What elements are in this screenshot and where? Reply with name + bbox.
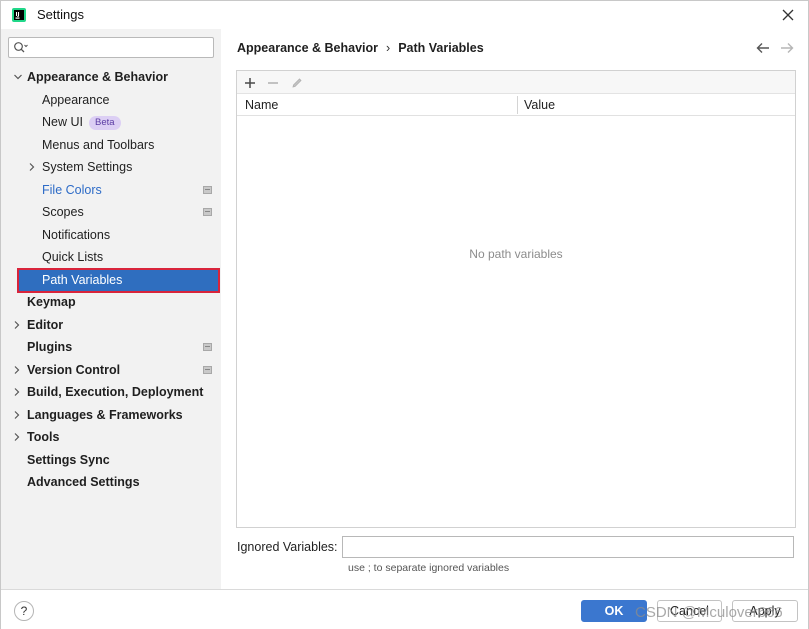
sidebar-item-scopes[interactable]: Scopes <box>1 201 221 223</box>
column-divider[interactable] <box>517 96 518 114</box>
sidebar-item-system-settings[interactable]: System Settings <box>1 156 221 178</box>
sidebar-item-label: Languages & Frameworks <box>27 408 183 422</box>
back-arrow-icon[interactable] <box>755 41 771 55</box>
plus-icon <box>244 77 255 88</box>
sidebar-item-editor[interactable]: Editor <box>1 314 221 336</box>
sidebar-item-label: Editor <box>27 318 64 332</box>
sidebar-item-label: Version Control <box>27 363 121 377</box>
sidebar-item-label: Scopes <box>42 205 84 219</box>
column-header-value[interactable]: Value <box>524 94 555 116</box>
intellij-app-icon: IJ <box>12 8 26 22</box>
sidebar-item-label: Notifications <box>42 228 111 242</box>
sidebar-item-label: Plugins <box>27 340 73 354</box>
table-header: Name Value <box>237 94 795 116</box>
sidebar-item-label: Menus and Toolbars <box>42 138 155 152</box>
sidebar-item-advanced-settings[interactable]: Advanced Settings <box>1 471 221 493</box>
sidebar-item-label: System Settings <box>42 160 133 174</box>
ignored-variables-input[interactable] <box>342 536 794 558</box>
minus-icon <box>267 81 278 84</box>
breadcrumb-parent[interactable]: Appearance & Behavior <box>237 41 378 55</box>
cancel-button[interactable]: Cancel <box>657 600 722 622</box>
sidebar-item-label: Appearance & Behavior <box>27 70 169 84</box>
sidebar-item-file-colors[interactable]: File Colors <box>1 179 221 201</box>
sidebar-item-keymap[interactable]: Keymap <box>1 291 221 313</box>
window-title: Settings <box>37 7 84 22</box>
project-level-icon <box>203 208 212 216</box>
edit-button[interactable] <box>288 74 305 91</box>
add-button[interactable] <box>241 74 258 91</box>
pencil-icon <box>291 77 302 88</box>
sidebar-item-settings-sync[interactable]: Settings Sync <box>1 449 221 471</box>
ignored-variables-hint: use ; to separate ignored variables <box>348 562 510 574</box>
sidebar-item-new-ui[interactable]: New UI Beta <box>1 111 221 133</box>
sidebar-item-label: File Colors <box>42 183 102 197</box>
search-icon <box>14 42 28 53</box>
sidebar-item-plugins[interactable]: Plugins <box>1 336 221 358</box>
project-level-icon <box>203 343 212 351</box>
forward-arrow-icon[interactable] <box>779 41 795 55</box>
dialog-footer: ? OK Cancel Apply CSDN @Mculover666 <box>1 589 808 629</box>
breadcrumb-separator: › <box>386 41 391 55</box>
help-button[interactable]: ? <box>14 601 34 621</box>
chevron-right-icon[interactable] <box>12 432 22 442</box>
table-toolbar <box>237 71 795 94</box>
sidebar-item-label: Quick Lists <box>42 250 104 264</box>
breadcrumb: Appearance & Behavior › Path Variables <box>237 41 484 55</box>
sidebar-item-menus-toolbars[interactable]: Menus and Toolbars <box>1 134 221 156</box>
breadcrumb-current: Path Variables <box>398 41 484 55</box>
search-input[interactable] <box>33 39 209 56</box>
chevron-right-icon[interactable] <box>12 387 22 397</box>
beta-badge: Beta <box>88 116 121 130</box>
sidebar-item-label: New UI <box>42 115 83 129</box>
highlight-outline <box>17 268 220 293</box>
sidebar-item-quick-lists[interactable]: Quick Lists <box>1 246 221 268</box>
settings-window: IJ Settings Appearance & Behavior Appear… <box>0 0 809 629</box>
remove-button[interactable] <box>264 74 281 91</box>
sidebar-item-label: Advanced Settings <box>27 475 140 489</box>
chevron-right-icon[interactable] <box>12 320 22 330</box>
sidebar-item-label: Settings Sync <box>27 453 110 467</box>
path-variables-panel: Name Value No path variables <box>236 70 796 528</box>
sidebar-item-notifications[interactable]: Notifications <box>1 224 221 246</box>
svg-text:IJ: IJ <box>16 12 20 18</box>
sidebar-item-label-wrap: New UI Beta <box>42 111 121 133</box>
sidebar-item-build-execution[interactable]: Build, Execution, Deployment <box>1 381 221 403</box>
project-level-icon <box>203 366 212 374</box>
sidebar-item-appearance-behavior[interactable]: Appearance & Behavior <box>1 66 221 88</box>
title-bar: IJ Settings <box>1 1 808 29</box>
sidebar-item-appearance[interactable]: Appearance <box>1 89 221 111</box>
apply-button[interactable]: Apply <box>732 600 798 622</box>
sidebar-item-tools[interactable]: Tools <box>1 426 221 448</box>
column-header-name[interactable]: Name <box>245 94 278 116</box>
project-level-icon <box>203 186 212 194</box>
settings-search-box[interactable] <box>8 37 214 58</box>
chevron-down-icon[interactable] <box>13 72 23 82</box>
close-icon[interactable] <box>778 5 798 25</box>
sidebar-item-label: Keymap <box>27 295 76 309</box>
sidebar-item-languages-frameworks[interactable]: Languages & Frameworks <box>1 404 221 426</box>
sidebar-item-version-control[interactable]: Version Control <box>1 359 221 381</box>
sidebar-item-label: Appearance <box>42 93 110 107</box>
ok-button[interactable]: OK <box>581 600 647 622</box>
chevron-right-icon[interactable] <box>12 410 22 420</box>
empty-table-message: No path variables <box>469 247 563 261</box>
chevron-right-icon[interactable] <box>27 162 37 172</box>
ignored-variables-label: Ignored Variables: <box>237 540 338 554</box>
settings-sidebar: Appearance & Behavior Appearance New UI B… <box>1 29 221 589</box>
sidebar-item-label: Build, Execution, Deployment <box>27 385 204 399</box>
chevron-right-icon[interactable] <box>12 365 22 375</box>
sidebar-item-label: Tools <box>27 430 60 444</box>
